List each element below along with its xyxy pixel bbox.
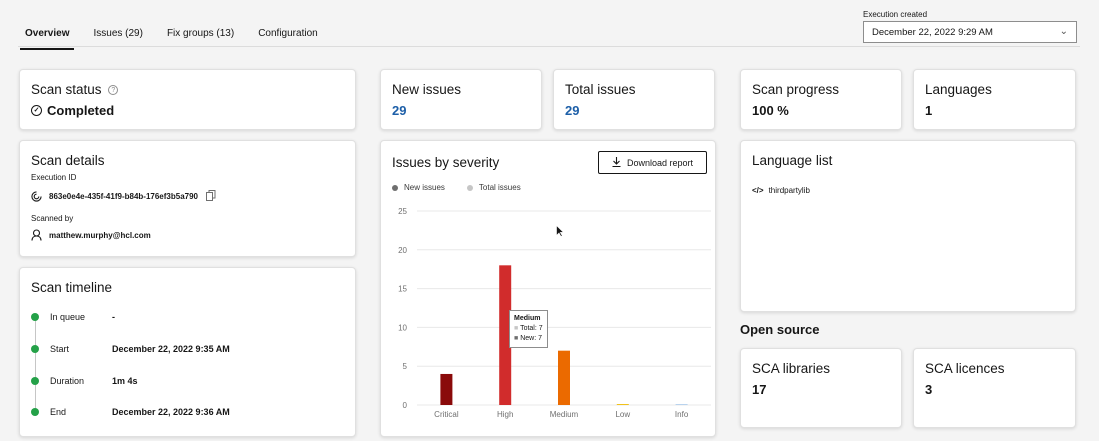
execution-id-row: 863e0e4e-435f-41f9-b84b-176ef3b5a790 (31, 190, 216, 203)
top-bar: Overview Issues (29) Fix groups (13) Con… (0, 0, 1099, 50)
scan-progress-value: 100 % (752, 103, 789, 118)
x-tick-label: Info (675, 410, 689, 419)
chart-tooltip: Medium ■ Total: 7 ■ New: 7 (509, 310, 548, 348)
execution-created-label: Execution created (863, 10, 928, 19)
scanned-by-row: matthew.murphy@hcl.com (31, 229, 151, 241)
timeline-value: December 22, 2022 9:36 AM (112, 407, 230, 417)
user-icon (31, 229, 43, 241)
language-item-label: thirdpartylib (768, 186, 810, 195)
severity-bar-chart: 0 5 10 15 20 25 Critical High Medium Low Info (398, 207, 711, 419)
legend-dot (466, 184, 473, 191)
new-issues-card[interactable]: New issues 29 (380, 69, 542, 130)
scan-details-card: Scan details Execution ID 863e0e4e-435f-… (19, 140, 356, 257)
open-source-heading: Open source (740, 322, 820, 337)
execution-select-value: December 22, 2022 9:29 AM (872, 27, 993, 38)
language-list-title: Language list (752, 153, 833, 168)
scan-status-card: Scan status ? ✓ Completed (19, 69, 356, 130)
tooltip-title: Medium (514, 315, 541, 322)
execution-id-value: 863e0e4e-435f-41f9-b84b-176ef3b5a790 (49, 192, 198, 201)
x-tick-label: Critical (434, 410, 459, 419)
download-report-label: Download report (626, 157, 694, 168)
bar-low[interactable] (616, 404, 629, 405)
sca-libraries-card: SCA libraries 17 (740, 348, 902, 428)
legend-new-issues[interactable]: New issues (392, 183, 445, 192)
help-icon[interactable]: ? (108, 85, 119, 96)
sca-licences-value: 3 (925, 382, 933, 397)
y-tick-label: 0 (403, 401, 408, 410)
timeline-label: Start (50, 344, 70, 354)
scanned-by-value: matthew.murphy@hcl.com (49, 230, 151, 240)
scan-status-title: Scan status (31, 82, 102, 97)
y-tick-label: 5 (403, 362, 408, 371)
y-tick-label: 15 (398, 285, 407, 294)
scan-status-value: Completed (47, 103, 115, 118)
total-issues-title: Total issues (565, 82, 636, 97)
severity-card: Issues by severity Download report New i… (380, 140, 716, 437)
timeline-dot (31, 377, 39, 385)
legend-dot (392, 184, 398, 191)
chart-legend: New issues Total issues (392, 183, 543, 192)
languages-value: 1 (925, 103, 933, 118)
y-tick-label: 10 (398, 323, 407, 332)
sca-libraries-title: SCA libraries (752, 361, 831, 376)
y-tick-label: 25 (398, 207, 407, 216)
timeline-label: In queue (50, 312, 86, 322)
sca-licences-card: SCA licences 3 (913, 348, 1076, 428)
tooltip-new: ■ New: 7 (514, 335, 542, 342)
bar-info[interactable] (675, 404, 688, 405)
timeline-dot (31, 345, 39, 353)
timeline-value: December 22, 2022 9:35 AM (112, 344, 230, 354)
download-report-button[interactable]: Download report (598, 151, 707, 174)
new-issues-value[interactable]: 29 (392, 103, 406, 118)
x-tick-label: Low (615, 410, 630, 419)
severity-title: Issues by severity (392, 155, 500, 170)
download-icon (612, 156, 621, 169)
execution-select[interactable]: December 22, 2022 9:29 AM ⌄ (863, 21, 1077, 43)
language-item: </> thirdpartylib (752, 186, 810, 195)
scanned-by-label: Scanned by (31, 214, 74, 223)
execution-id-label: Execution ID (31, 173, 77, 182)
copy-icon[interactable] (206, 190, 216, 203)
scan-progress-card: Scan progress 100 % (740, 69, 902, 130)
timeline-value: 1m 4s (112, 376, 138, 386)
bar-medium[interactable] (558, 350, 570, 405)
sca-libraries-value: 17 (752, 382, 767, 397)
total-issues-value[interactable]: 29 (565, 103, 579, 118)
code-icon: </> (752, 186, 764, 195)
scan-timeline-title: Scan timeline (31, 280, 113, 295)
timeline-label: Duration (50, 376, 85, 386)
fingerprint-icon (31, 190, 43, 203)
sca-licences-title: SCA licences (925, 361, 1005, 376)
legend-total-issues[interactable]: Total issues (466, 183, 521, 192)
languages-title: Languages (925, 82, 992, 97)
x-tick-label: Medium (550, 410, 579, 419)
timeline-value: - (112, 312, 115, 322)
bar-critical[interactable] (440, 373, 453, 405)
language-list-card: Language list </> thirdpartylib (740, 140, 1076, 312)
timeline-dot (31, 313, 39, 321)
check-circle-icon: ✓ (31, 105, 42, 116)
total-issues-card[interactable]: Total issues 29 (553, 69, 715, 130)
tab-divider (18, 46, 1080, 47)
y-tick-label: 20 (398, 246, 407, 255)
mouse-cursor-icon (556, 224, 565, 242)
scan-progress-title: Scan progress (752, 82, 840, 97)
timeline-line (35, 316, 36, 416)
x-tick-label: High (497, 410, 513, 419)
tooltip-total: ■ Total: 7 (514, 325, 543, 332)
legend-label: Total issues (478, 183, 521, 192)
timeline-label: End (50, 407, 67, 417)
languages-card: Languages 1 (913, 69, 1076, 130)
scan-timeline-card: Scan timeline In queue - Start December … (19, 267, 356, 437)
scan-details-title: Scan details (31, 153, 105, 168)
timeline-dot (31, 408, 39, 416)
legend-label: New issues (404, 183, 445, 192)
chevron-down-icon: ⌄ (1059, 26, 1068, 37)
new-issues-title: New issues (392, 82, 462, 97)
